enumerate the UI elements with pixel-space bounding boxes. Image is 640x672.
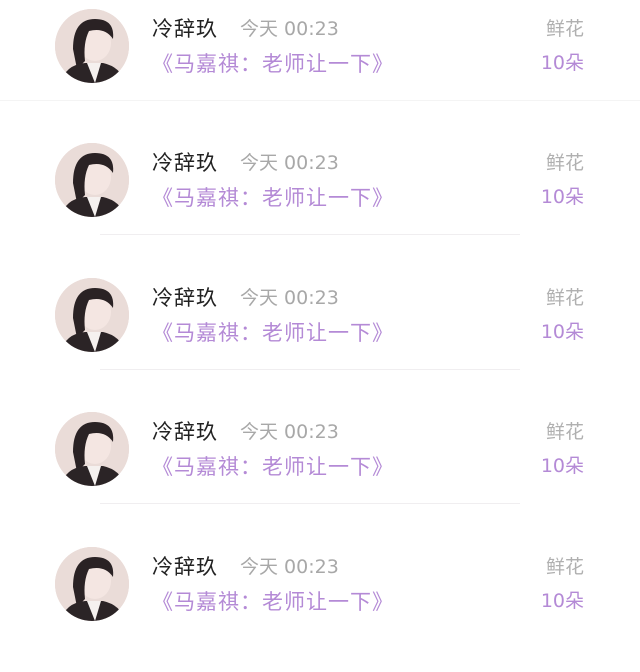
message-time: 今天 00:23 xyxy=(240,556,339,578)
work-title-link[interactable]: 《马嘉祺：老师让一下》 xyxy=(152,182,394,212)
work-title-link[interactable]: 《马嘉祺：老师让一下》 xyxy=(152,317,394,347)
list-item[interactable]: 冷辞玖 今天 00:23 《马嘉祺：老师让一下》 鲜花 10朵 xyxy=(0,134,640,268)
sender-name: 冷辞玖 xyxy=(152,420,218,444)
divider xyxy=(100,503,520,504)
divider xyxy=(100,234,520,235)
gift-type: 鲜花 xyxy=(545,556,584,578)
gift-message-list: 冷辞玖 今天 00:23 《马嘉祺：老师让一下》 鲜花 10朵 冷辞玖 今天 0… xyxy=(0,0,640,621)
divider xyxy=(0,100,640,101)
list-item[interactable]: 冷辞玖 今天 00:23 《马嘉祺：老师让一下》 鲜花 10朵 xyxy=(0,403,640,537)
sender-name: 冷辞玖 xyxy=(152,286,218,310)
gift-count: 10朵 xyxy=(540,321,584,343)
gift-count: 10朵 xyxy=(540,590,584,612)
avatar[interactable] xyxy=(55,9,129,83)
divider xyxy=(100,369,520,370)
gift-type: 鲜花 xyxy=(545,18,584,40)
message-time: 今天 00:23 xyxy=(240,287,339,309)
gift-count: 10朵 xyxy=(540,186,584,208)
list-item[interactable]: 冷辞玖 今天 00:23 《马嘉祺：老师让一下》 鲜花 10朵 xyxy=(0,269,640,403)
work-title-link[interactable]: 《马嘉祺：老师让一下》 xyxy=(152,48,394,78)
avatar[interactable] xyxy=(55,547,129,621)
message-time: 今天 00:23 xyxy=(240,152,339,174)
gift-type: 鲜花 xyxy=(545,152,584,174)
avatar[interactable] xyxy=(55,412,129,486)
list-item[interactable]: 冷辞玖 今天 00:23 《马嘉祺：老师让一下》 鲜花 10朵 xyxy=(0,0,640,134)
work-title-link[interactable]: 《马嘉祺：老师让一下》 xyxy=(152,586,394,616)
sender-name: 冷辞玖 xyxy=(152,17,218,41)
gift-type: 鲜花 xyxy=(545,421,584,443)
avatar[interactable] xyxy=(55,143,129,217)
message-time: 今天 00:23 xyxy=(240,18,339,40)
gift-type: 鲜花 xyxy=(545,287,584,309)
gift-count: 10朵 xyxy=(540,52,584,74)
avatar[interactable] xyxy=(55,278,129,352)
message-time: 今天 00:23 xyxy=(240,421,339,443)
list-item[interactable]: 冷辞玖 今天 00:23 《马嘉祺：老师让一下》 鲜花 10朵 xyxy=(0,538,640,672)
sender-name: 冷辞玖 xyxy=(152,151,218,175)
work-title-link[interactable]: 《马嘉祺：老师让一下》 xyxy=(152,451,394,481)
sender-name: 冷辞玖 xyxy=(152,555,218,579)
gift-count: 10朵 xyxy=(540,455,584,477)
